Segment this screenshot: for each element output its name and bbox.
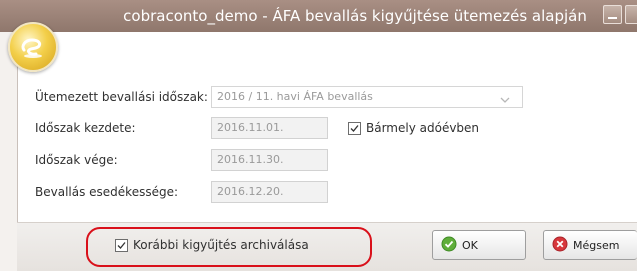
any-tax-year-checkbox[interactable] [348,121,361,135]
any-tax-year-label: Bármely adóévben [366,121,480,135]
period-end-label: Időszak vége: [35,153,118,167]
title-bar: cobraconto_demo - ÁFA bevallás kigyűjtés… [0,0,637,32]
chevron-down-icon [500,91,510,111]
ok-check-icon [441,236,457,255]
period-start-label: Időszak kezdete: [35,121,136,135]
scheduled-period-select[interactable]: 2016 / 11. havi ÁFA bevallás [211,86,523,108]
archive-checkbox[interactable] [115,238,128,252]
period-end-field[interactable]: 2016.11.30. [211,149,328,171]
minimize-button[interactable] [603,5,622,24]
archive-checkbox-row[interactable]: Korábbi kigyűjtés archiválása [115,238,309,252]
scheduled-period-label: Ütemezett bevallási időszak: [35,90,208,104]
cancel-x-icon [552,236,568,255]
due-date-field[interactable]: 2016.12.20. [211,181,328,203]
any-tax-year-checkbox-row[interactable]: Bármely adóévben [348,121,479,135]
ok-label: OK [462,238,478,252]
ok-button[interactable]: OK [432,230,526,260]
cancel-label: Mégsem [573,238,620,252]
due-date-label: Bevallás esedékessége: [35,185,179,199]
maximize-button[interactable] [625,5,637,24]
period-start-field[interactable]: 2016.11.01. [211,117,328,139]
scheduled-period-value: 2016 / 11. havi ÁFA bevallás [217,90,373,103]
coin-logo-icon [8,22,58,72]
cancel-button[interactable]: Mégsem [543,230,637,260]
window-title: cobraconto_demo - ÁFA bevallás kigyűjtés… [123,7,587,25]
archive-label: Korábbi kigyűjtés archiválása [133,238,309,252]
